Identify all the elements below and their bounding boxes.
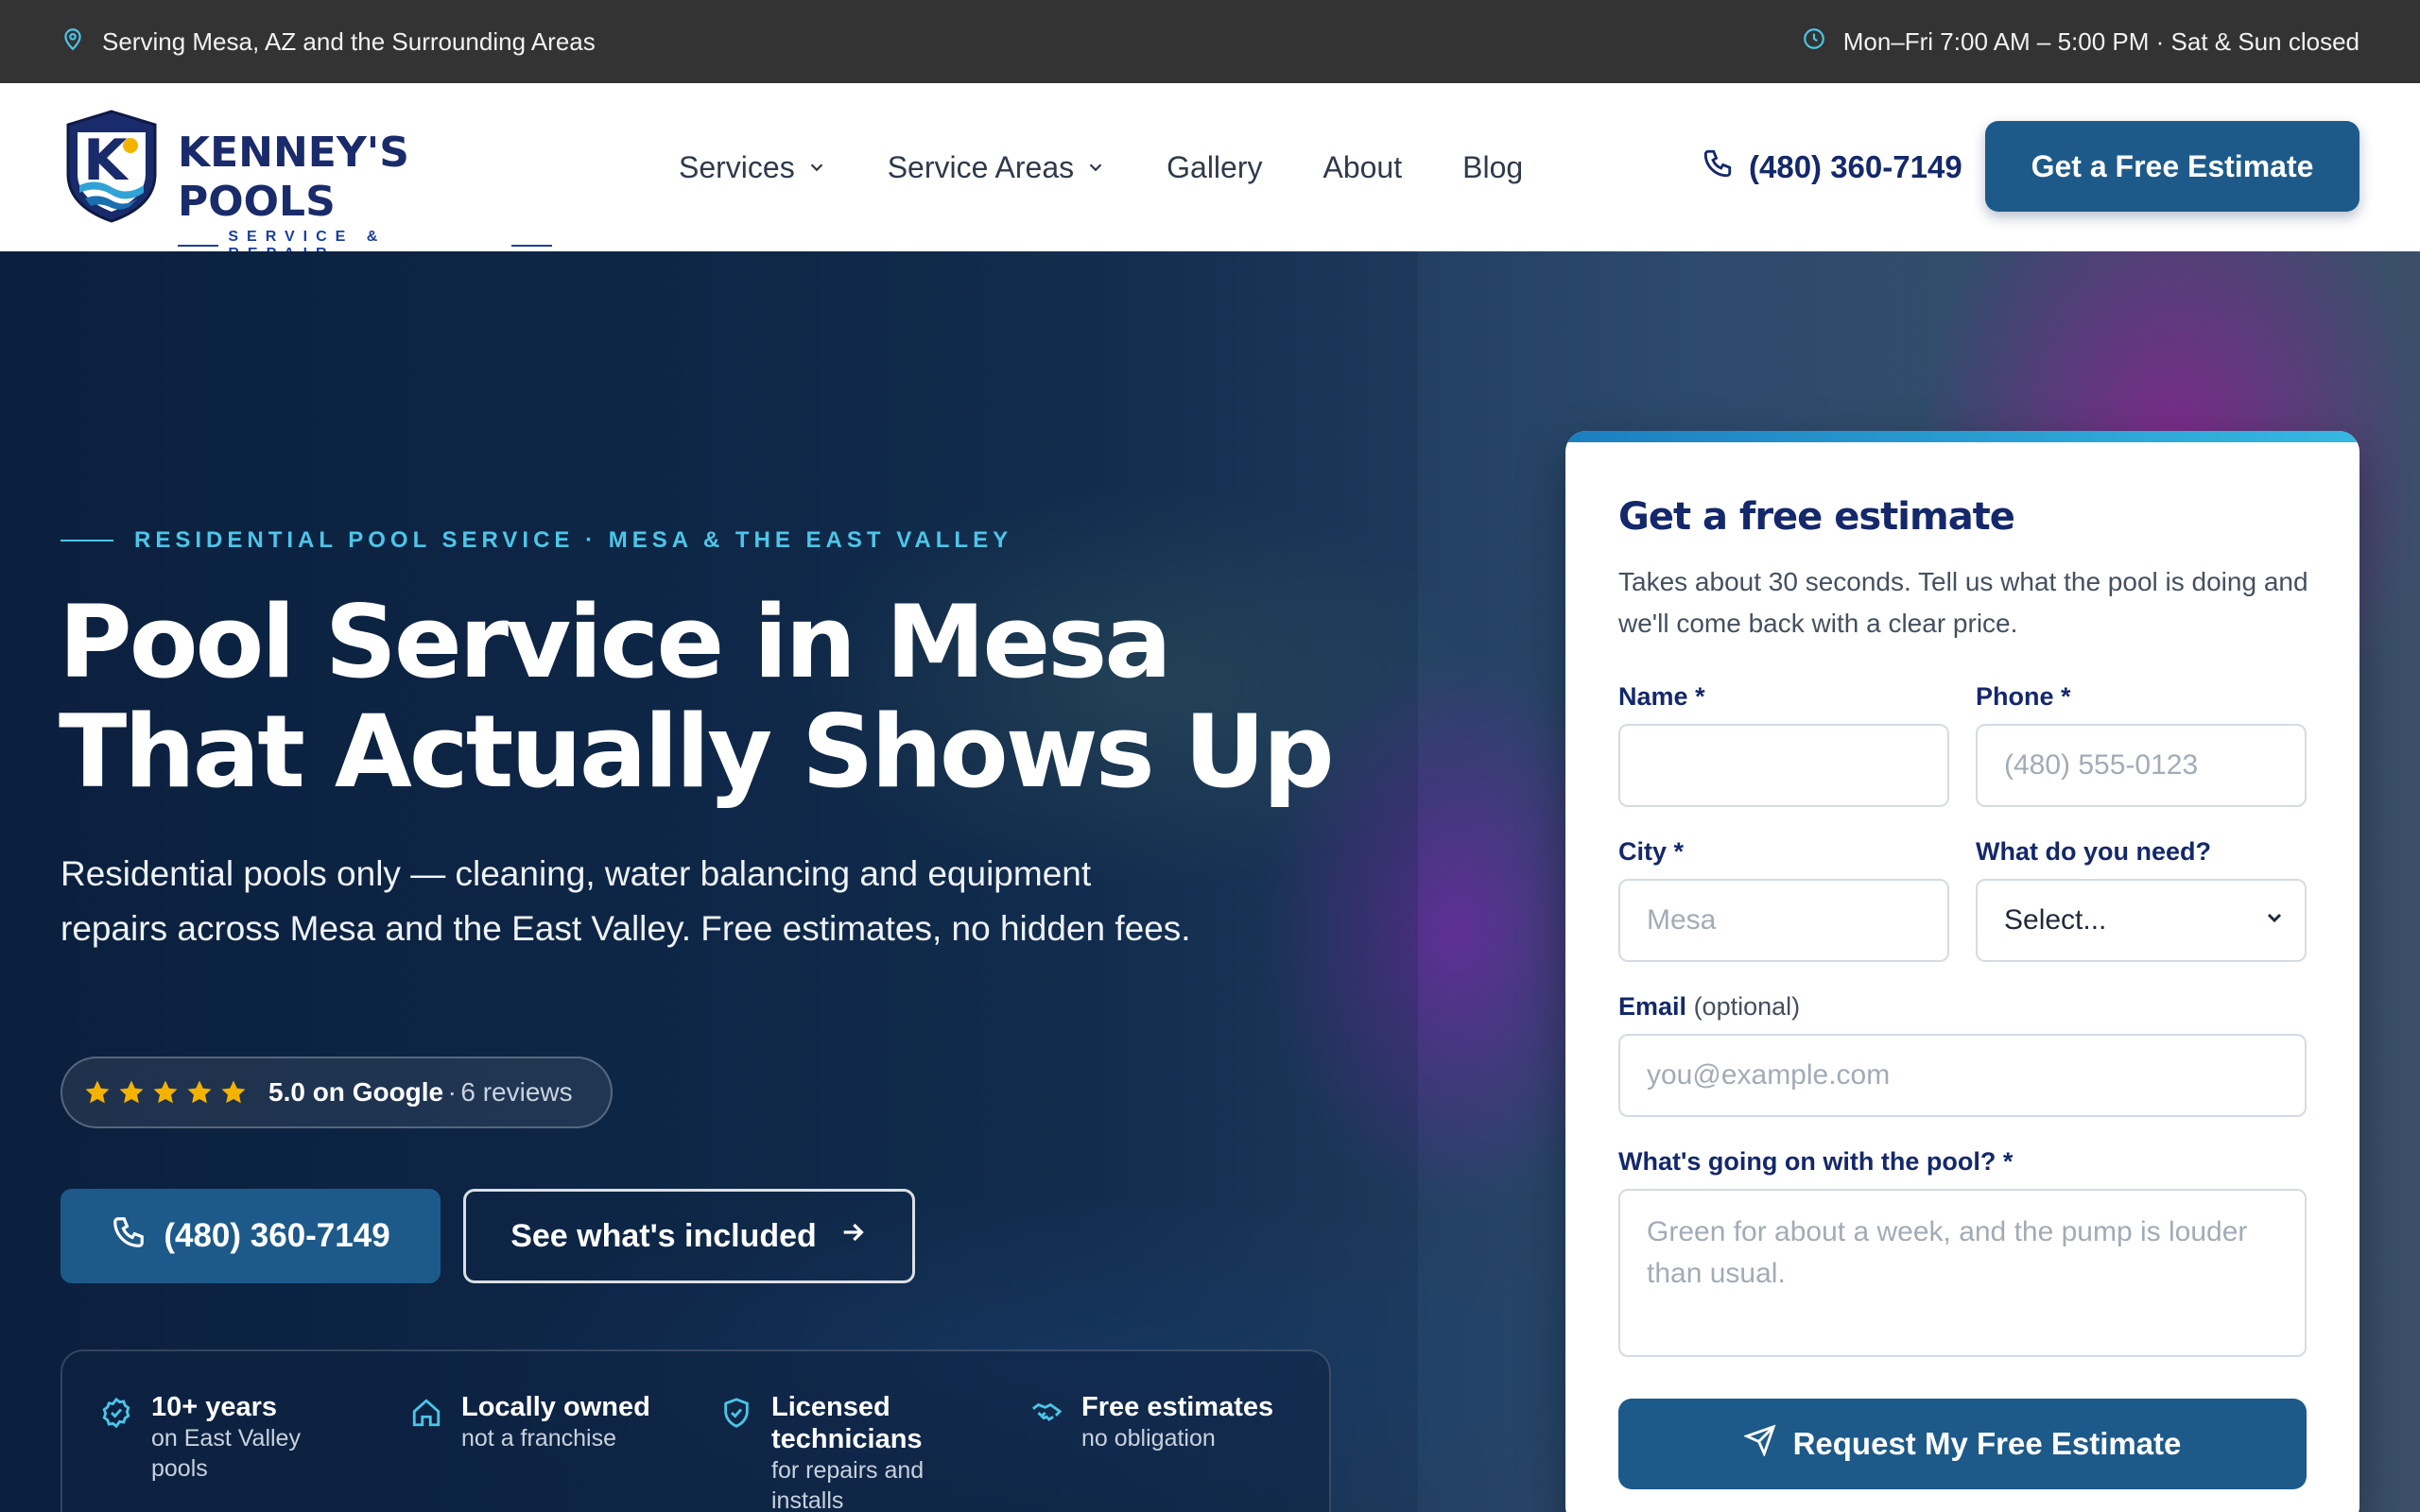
map-pin-icon — [60, 26, 85, 58]
nav-item-label: Service Areas — [887, 149, 1075, 184]
name-label: Name * — [1618, 682, 1705, 711]
header-phone-number: (480) 360-7149 — [1749, 149, 1962, 184]
city-label: City * — [1618, 837, 1685, 866]
star-icon — [85, 1080, 110, 1104]
trust-title: Licensed technicians — [771, 1392, 923, 1454]
pool-issue-label: What's going on with the pool? * — [1618, 1147, 2014, 1176]
form-subtitle: Takes about 30 seconds. Tell us what the… — [1618, 567, 2308, 638]
request-estimate-button[interactable]: Request My Free Estimate — [1618, 1399, 2307, 1489]
see-whats-included-label: See what's included — [510, 1217, 817, 1254]
hero-title-line-1: Pool Service in Mesa — [59, 584, 1172, 700]
site-header: K KENNEY'S POOLS SERVICE & REPAIR Servic… — [0, 83, 2420, 262]
business-hours-info: Mon–Fri 7:00 AM – 5:00 PM · Sat & Sun cl… — [1802, 0, 2360, 83]
arrow-right-icon — [838, 1217, 868, 1256]
hero-subtitle: Residential pools only — cleaning, water… — [60, 854, 1191, 948]
service-need-select[interactable]: Select... — [1976, 879, 2307, 962]
hero-eyebrow: RESIDENTIAL POOL SERVICE · MESA & THE EA… — [60, 527, 1012, 554]
star-rating — [83, 1078, 248, 1107]
shield-check-icon — [720, 1391, 752, 1512]
phone-icon — [111, 1214, 147, 1259]
request-estimate-label: Request My Free Estimate — [1792, 1426, 2182, 1461]
nav-item-services[interactable]: Services — [679, 150, 827, 185]
trust-badges: 10+ years on East Valley pools Locally o… — [60, 1349, 1331, 1512]
see-whats-included-button[interactable]: See what's included — [463, 1189, 915, 1283]
clock-icon — [1802, 26, 1826, 58]
main-nav: Services Service Areas Gallery About Blo… — [679, 83, 1523, 251]
trust-subtitle: for repairs and installs — [771, 1457, 925, 1512]
phone-icon — [1702, 147, 1734, 187]
hero-eyebrow-text: RESIDENTIAL POOL SERVICE · MESA & THE EA… — [134, 527, 1013, 553]
service-area-text: Serving Mesa, AZ and the Surrounding Are… — [102, 26, 596, 56]
hero-title-line-2: That Actually Shows Up — [59, 694, 1335, 810]
rating-score: 5.0 on Google — [268, 1077, 444, 1107]
logo-badge-icon: K — [66, 110, 157, 223]
home-icon — [410, 1391, 442, 1453]
email-field[interactable]: you@example.com — [1618, 1034, 2307, 1117]
hero-title: Pool Service in Mesa That Actually Shows… — [59, 588, 1382, 807]
trust-item-free-estimates: Free estimates no obligation — [1030, 1391, 1314, 1453]
nav-item-label: Services — [679, 149, 795, 184]
header-phone-link[interactable]: (480) 360-7149 — [1702, 83, 1962, 251]
pool-issue-textarea[interactable]: Green for about a week, and the pump is … — [1618, 1189, 2307, 1357]
chevron-down-icon — [1085, 150, 1106, 185]
form-title: Get a free estimate — [1618, 495, 2015, 539]
star-icon — [153, 1080, 178, 1104]
need-label: What do you need? — [1976, 837, 2211, 866]
trust-item-locally-owned: Locally owned not a franchise — [410, 1391, 694, 1453]
logo-name: KENNEY'S POOLS — [178, 129, 409, 226]
email-label: Email (optional) — [1618, 992, 1801, 1021]
trust-item-experience: 10+ years on East Valley pools — [100, 1391, 384, 1484]
star-icon — [221, 1080, 246, 1104]
badge-check-icon — [100, 1391, 132, 1484]
chevron-down-icon — [806, 150, 827, 185]
nav-item-label: Gallery — [1167, 149, 1263, 184]
nav-item-gallery[interactable]: Gallery — [1167, 150, 1262, 185]
nav-item-service-areas[interactable]: Service Areas — [888, 150, 1106, 185]
top-info-bar: Serving Mesa, AZ and the Surrounding Are… — [0, 0, 2420, 83]
send-icon — [1742, 1424, 1776, 1464]
service-area-info: Serving Mesa, AZ and the Surrounding Are… — [60, 0, 596, 83]
logo[interactable]: K KENNEY'S POOLS SERVICE & REPAIR — [60, 106, 552, 262]
nav-item-blog[interactable]: Blog — [1462, 150, 1523, 185]
trust-subtitle: no obligation — [1081, 1425, 1216, 1452]
trust-item-licensed: Licensed technicians for repairs and ins… — [720, 1391, 1004, 1512]
trust-subtitle: not a franchise — [461, 1425, 616, 1452]
call-phone-label: (480) 360-7149 — [164, 1217, 390, 1254]
review-count: 6 reviews — [460, 1077, 573, 1107]
nav-item-about[interactable]: About — [1322, 150, 1402, 185]
call-phone-button[interactable]: (480) 360-7149 — [60, 1189, 441, 1283]
get-free-estimate-button[interactable]: Get a Free Estimate — [1985, 121, 2360, 212]
city-field[interactable]: Mesa — [1618, 879, 1949, 962]
handshake-icon — [1030, 1391, 1063, 1453]
nav-item-label: About — [1322, 149, 1403, 184]
trust-title: Free estimates — [1081, 1392, 1274, 1422]
trust-title: Locally owned — [461, 1392, 650, 1422]
business-hours-text: Mon–Fri 7:00 AM – 5:00 PM · Sat & Sun cl… — [1842, 26, 2360, 56]
rating-separator: · — [447, 1077, 457, 1107]
hero-section: RESIDENTIAL POOL SERVICE · MESA & THE EA… — [0, 251, 2420, 1512]
phone-field[interactable]: (480) 555-0123 — [1976, 724, 2307, 807]
service-need-value: Select... — [2004, 904, 2107, 936]
nav-item-label: Blog — [1462, 149, 1524, 184]
star-icon — [187, 1080, 212, 1104]
star-icon — [119, 1080, 144, 1104]
estimate-form-card: Get a free estimate Takes about 30 secon… — [1565, 431, 2360, 1512]
trust-subtitle: on East Valley pools — [151, 1425, 301, 1482]
chevron-down-icon — [2263, 904, 2286, 936]
phone-label: Phone * — [1976, 682, 2071, 711]
name-field[interactable] — [1618, 724, 1949, 807]
svg-text:K: K — [83, 128, 130, 194]
trust-title: 10+ years — [151, 1392, 278, 1422]
google-rating-badge[interactable]: 5.0 on Google · 6 reviews — [60, 1057, 613, 1128]
